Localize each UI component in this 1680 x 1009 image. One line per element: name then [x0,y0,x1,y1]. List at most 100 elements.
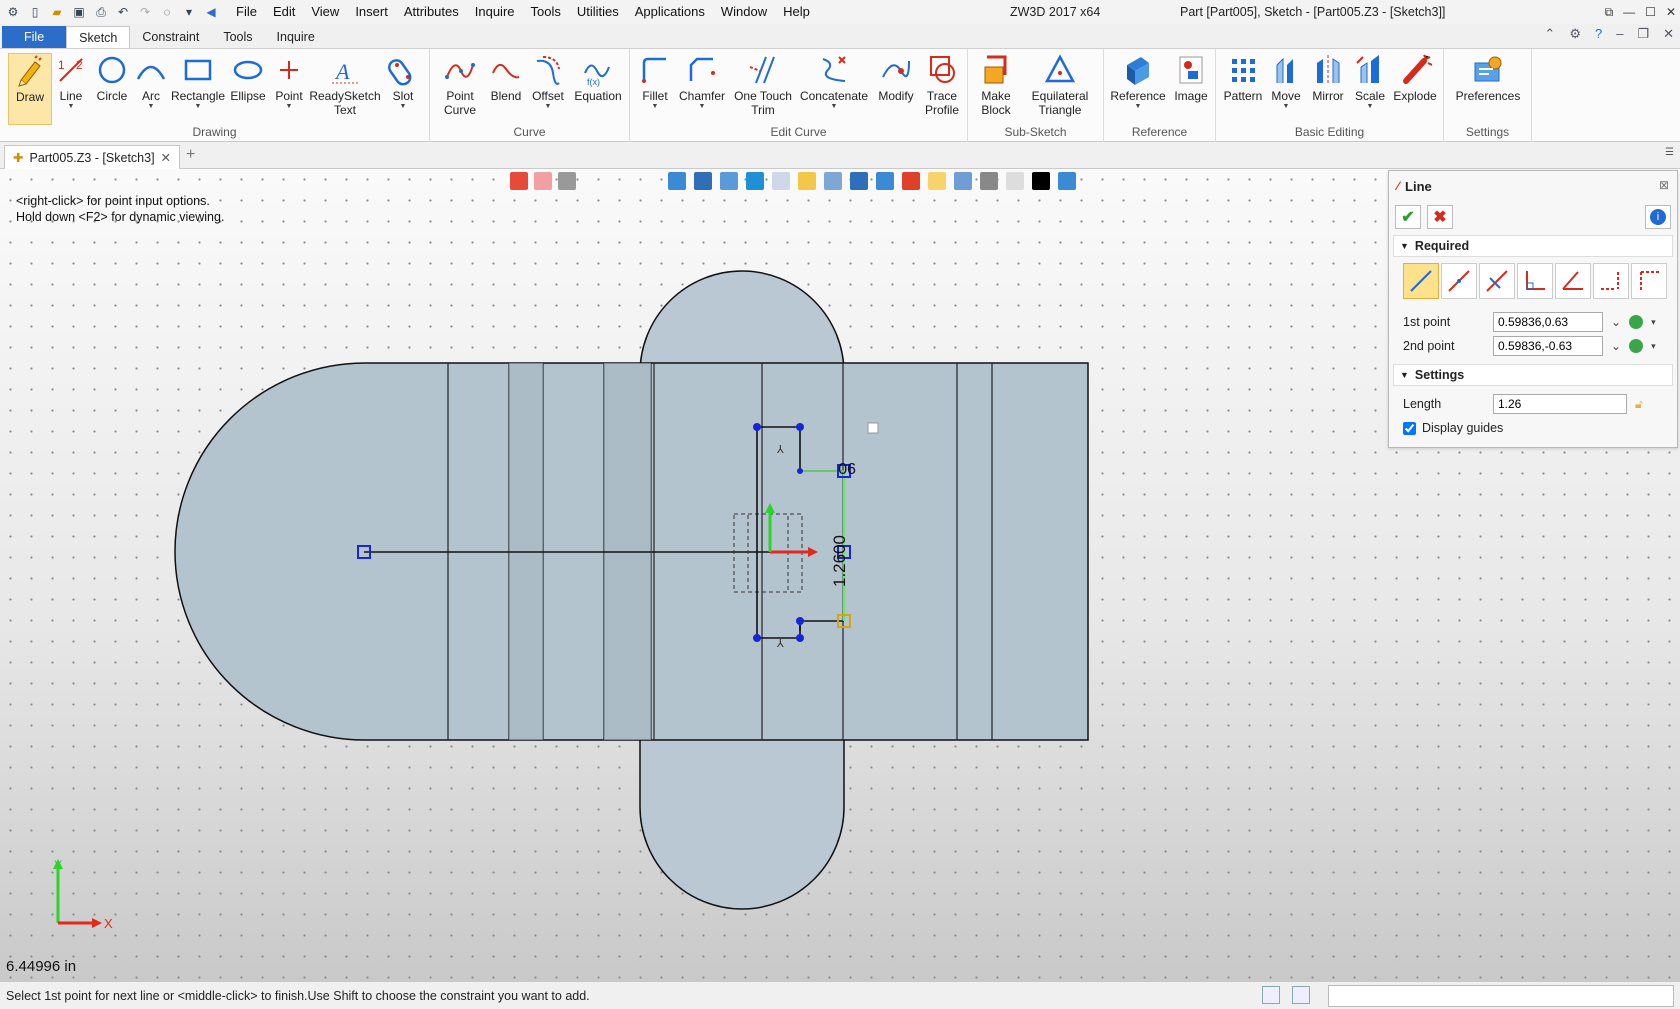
length-input[interactable] [1493,394,1627,414]
readysketch-text-button[interactable]: A ReadySketch Text [309,53,380,117]
preferences-button[interactable]: Preferences [1448,53,1528,103]
line-mode-perpendicular-icon[interactable] [1517,263,1553,299]
chamfer-dropdown-icon[interactable]: ▼ [699,103,706,111]
document-tab[interactable]: ✚ Part005.Z3 - [Sketch3] ✕ [4,145,181,169]
scale-dropdown-icon[interactable]: ▼ [1367,103,1374,111]
tab-file[interactable]: File [2,26,67,48]
point-curve-button[interactable]: Point Curve [438,53,482,117]
print-icon[interactable]: ⎙ [92,3,110,21]
collapse-menu-icon[interactable]: ◀ [202,3,220,21]
arc-dropdown-icon[interactable]: ▼ [148,103,155,111]
menu-window[interactable]: Window [713,0,775,24]
second-point-dropdown-icon[interactable]: ▾ [1651,341,1656,352]
status-list-icon[interactable] [1292,986,1310,1004]
move-dropdown-icon[interactable]: ▼ [1283,103,1290,111]
doc-minimize-icon[interactable]: – [1616,26,1623,42]
menu-utilities[interactable]: Utilities [569,0,627,24]
one-touch-trim-button[interactable]: One Touch Trim [730,53,796,117]
undo-icon[interactable]: ↶ [114,3,132,21]
line-mode-tangent-icon[interactable] [1479,263,1515,299]
rectangle-dropdown-icon[interactable]: ▼ [195,103,202,111]
settings-gear-icon[interactable]: ⚙ [1569,26,1581,42]
angle-dimension[interactable]: 90 [838,459,856,476]
redo-icon[interactable]: ↷ [136,3,154,21]
close-icon[interactable]: ✕ [1666,0,1676,24]
image-button[interactable]: Image [1170,53,1212,103]
point-button[interactable]: Point ▼ [272,53,306,111]
offset-button[interactable]: Offset ▼ [528,53,568,111]
menu-view[interactable]: View [303,0,347,24]
display-guides-checkbox[interactable] [1403,421,1416,435]
tab-constraint[interactable]: Constraint [130,26,211,48]
second-point-input[interactable] [1493,336,1603,356]
status-layout-icon[interactable] [1262,986,1280,1004]
scale-button[interactable]: Scale ▼ [1350,53,1390,111]
line-mode-horizontal-icon[interactable] [1631,263,1667,299]
point-dropdown-icon[interactable]: ▼ [286,103,293,111]
slot-dropdown-icon[interactable]: ▼ [400,103,407,111]
move-button[interactable]: Move ▼ [1266,53,1306,111]
new-tab-plus-icon[interactable]: + [186,146,195,164]
line-mode-midpoint-icon[interactable] [1441,263,1477,299]
menu-tools[interactable]: Tools [523,0,569,24]
explode-button[interactable]: Explode [1390,53,1440,103]
required-section-header[interactable]: ▼ Required [1393,235,1673,257]
line-button[interactable]: 12 Line ▼ [56,53,86,111]
rectangle-button[interactable]: Rectangle ▼ [170,53,226,111]
equation-button[interactable]: f(x) Equation [570,53,626,103]
concatenate-dropdown-icon[interactable]: ▼ [831,103,838,111]
first-point-dropdown-icon[interactable]: ▾ [1651,317,1656,328]
fillet-dropdown-icon[interactable]: ▼ [652,103,659,111]
ok-check-icon[interactable]: ✔ [1395,205,1421,229]
second-point-pick-icon[interactable] [1629,339,1644,353]
menu-inquire[interactable]: Inquire [467,0,523,24]
help-restore-icon[interactable]: ⧉ [1605,0,1614,24]
pattern-button[interactable]: Pattern [1220,53,1266,103]
collapse-ribbon-icon[interactable]: ⌃ [1544,26,1555,42]
line-mode-angle-icon[interactable] [1555,263,1591,299]
reference-dropdown-icon[interactable]: ▼ [1135,103,1142,111]
tab-list-menu-icon[interactable]: ☰ [1665,147,1674,158]
fillet-button[interactable]: Fillet ▼ [634,53,676,111]
draw-button[interactable]: Draw [8,53,52,125]
menu-applications[interactable]: Applications [627,0,713,24]
tab-sketch[interactable]: Sketch [66,26,131,48]
cancel-x-icon[interactable]: ✖ [1427,205,1453,229]
new-file-icon[interactable]: ▯ [26,3,44,21]
length-dimension[interactable]: 1.2600 [830,535,849,587]
circle-button[interactable]: Circle [92,53,132,103]
blend-button[interactable]: Blend [486,53,526,103]
view-icon[interactable]: ◌ [158,3,176,21]
save-icon[interactable]: ▣ [70,3,88,21]
second-point-expand-icon[interactable]: ⌄ [1611,339,1621,353]
offset-dropdown-icon[interactable]: ▼ [545,103,552,111]
tab-tools[interactable]: Tools [211,26,264,48]
length-lock-icon[interactable]: 🔓︎ [1635,397,1643,412]
first-point-expand-icon[interactable]: ⌄ [1611,315,1621,329]
document-tab-close-icon[interactable]: ✕ [161,150,171,165]
make-block-button[interactable]: Make Block [974,53,1018,117]
concatenate-button[interactable]: Concatenate ▼ [796,53,872,111]
maximize-icon[interactable]: ☐ [1645,0,1656,24]
settings-section-header[interactable]: ▼ Settings [1393,364,1673,386]
trace-profile-button[interactable]: Trace Profile [920,53,964,117]
doc-close-icon[interactable]: ✕ [1663,26,1674,42]
modify-button[interactable]: Modify [874,53,918,103]
app-logo-icon[interactable]: ⚙ [4,3,22,21]
line-mode-two-points-icon[interactable] [1403,263,1439,299]
first-point-pick-icon[interactable] [1629,315,1644,329]
chamfer-button[interactable]: Chamfer ▼ [676,53,728,111]
line-panel-close-icon[interactable]: ⊠ [1659,178,1669,192]
reference-button[interactable]: Reference ▼ [1108,53,1168,111]
ellipse-button[interactable]: Ellipse [228,53,268,103]
menu-attributes[interactable]: Attributes [396,0,467,24]
slot-button[interactable]: Slot ▼ [386,53,420,111]
status-input-field[interactable] [1328,985,1674,1007]
tab-inquire[interactable]: Inquire [265,26,327,48]
line-mode-vertical-icon[interactable] [1593,263,1629,299]
doc-restore-icon[interactable]: ❐ [1637,26,1649,42]
help-icon[interactable]: ? [1595,26,1602,42]
open-file-icon[interactable]: ▰ [48,3,66,21]
menu-help[interactable]: Help [775,0,818,24]
mirror-button[interactable]: Mirror [1306,53,1350,103]
